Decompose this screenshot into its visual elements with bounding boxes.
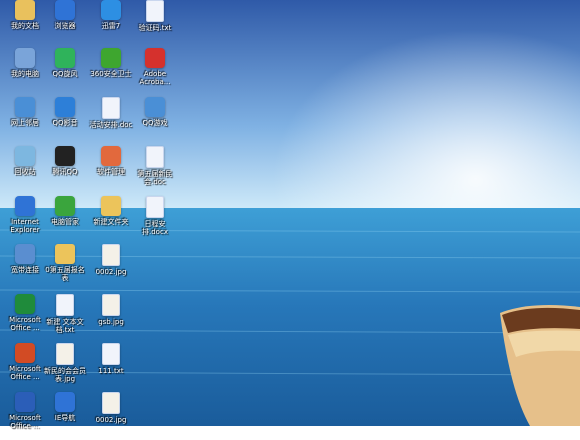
network-places-icon <box>15 97 35 117</box>
text-file-icon <box>146 0 164 22</box>
text-file-icon <box>102 343 120 365</box>
thunder-bird-icon <box>101 0 121 20</box>
image-file-icon <box>102 294 120 316</box>
desktop-icon-item[interactable]: QQ影音 <box>42 97 88 145</box>
computer-icon <box>15 48 35 68</box>
desktop-icon-item[interactable]: 新建 文本文档.txt <box>42 294 88 342</box>
word-document-icon <box>146 196 164 218</box>
desktop-icon-item[interactable]: 0002.jpg <box>88 244 134 292</box>
desktop-icon-item[interactable]: QQ游戏 <box>132 97 178 145</box>
word-icon <box>15 392 35 412</box>
word-document-icon <box>146 146 164 168</box>
desktop-icon-item[interactable]: 活动安排.doc <box>88 97 134 145</box>
desktop-icon-label: 电脑管家 <box>51 218 79 226</box>
desktop-icon-item[interactable]: 新建文件夹 <box>88 196 134 244</box>
desktop-icon-label: 新民的会会员表.jpg <box>44 367 86 383</box>
excel-icon <box>15 294 35 314</box>
documents-folder-icon <box>15 0 35 20</box>
desktop-icon-item[interactable]: 新民的会会员表.jpg <box>42 343 88 391</box>
desktop-icon-label: QQ影音 <box>52 119 78 127</box>
qq-game-icon <box>145 97 165 117</box>
desktop-icon-label: 360安全卫士 <box>90 70 132 78</box>
desktop-icon-item[interactable]: 0002.jpg <box>88 392 134 440</box>
desktop-icon-item[interactable]: Adobe Acroba... <box>132 48 178 96</box>
desktop-icon-label: 0002.jpg <box>95 416 127 424</box>
desktop-icon-label: 日程安排.docx <box>142 220 168 236</box>
desktop-icon-label: 腾讯QQ <box>52 168 78 176</box>
desktop-icon-item[interactable]: 第五届新民会.doc <box>132 146 178 194</box>
desktop-icon-item[interactable]: 0第五届报名表 <box>42 244 88 292</box>
desktop-icon-label: 软件管理 <box>97 168 125 176</box>
desktop-icon-item[interactable]: 日程安排.docx <box>132 196 178 244</box>
desktop-icon-item[interactable]: IE导航 <box>42 392 88 440</box>
desktop-icon-label: 验证码.txt <box>138 24 172 32</box>
image-file-icon <box>102 392 120 414</box>
desktop-icon-item[interactable]: 腾讯QQ <box>42 146 88 194</box>
desktop-icon-label: 新建 文本文档.txt <box>46 318 84 334</box>
text-file-icon <box>56 294 74 316</box>
image-file-icon <box>102 244 120 266</box>
desktop-icon-item[interactable]: 浏览器 <box>42 0 88 48</box>
software-manager-icon <box>101 146 121 166</box>
pc-manager-shield-icon <box>55 196 75 216</box>
desktop-icon-label: 浏览器 <box>54 22 76 30</box>
desktop-icon-item[interactable]: 迅雷7 <box>88 0 134 48</box>
desktop-icon-item[interactable]: 360安全卫士 <box>88 48 134 96</box>
qq-player-icon <box>55 97 75 117</box>
recycle-bin-icon <box>15 146 35 166</box>
ie-navigation-icon <box>55 392 75 412</box>
desktop-icon-label: 迅雷7 <box>101 22 121 30</box>
desktop-icon-label: 第五届新民会.doc <box>137 170 173 186</box>
desktop-icon-label: gsb.jpg <box>98 318 124 326</box>
desktop-icon-label: 111.txt <box>98 367 124 375</box>
word-document-icon <box>102 97 120 119</box>
desktop-icon-label: 新建文件夹 <box>93 218 129 226</box>
desktop-icon-label: Adobe Acroba... <box>139 70 171 86</box>
internet-explorer-icon <box>15 196 35 216</box>
desktop-icon-item[interactable]: 111.txt <box>88 343 134 391</box>
folder-icon <box>55 244 75 264</box>
desktop-icon-label: 活动安排.doc <box>89 121 133 129</box>
desktop-icon-item[interactable]: 软件管理 <box>88 146 134 194</box>
desktop-icon-label: 0002.jpg <box>95 268 127 276</box>
powerpoint-icon <box>15 343 35 363</box>
desktop-icon-item[interactable]: QQ旋风 <box>42 48 88 96</box>
qq-whirlwind-icon <box>55 48 75 68</box>
desktop-icon-label: 0第五届报名表 <box>45 266 85 282</box>
desktop-icon-label: IE导航 <box>54 414 76 422</box>
qq-penguin-icon <box>55 146 75 166</box>
broadband-connection-icon <box>15 244 35 264</box>
browser-e-icon <box>55 0 75 20</box>
desktop-icon-label: QQ游戏 <box>142 119 168 127</box>
adobe-acrobat-icon <box>145 48 165 68</box>
desktop-icon-item[interactable]: 电脑管家 <box>42 196 88 244</box>
image-file-icon <box>56 343 74 365</box>
360-security-icon <box>101 48 121 68</box>
folder-icon <box>101 196 121 216</box>
desktop-icon-area: 我的文档 浏览器 迅雷7 验证码.txt 我的电脑 QQ旋风 360安全卫士 Adobe Ac… <box>0 0 580 430</box>
desktop-icon-label: QQ旋风 <box>52 70 78 78</box>
desktop-icon-item[interactable]: gsb.jpg <box>88 294 134 342</box>
desktop-icon-item[interactable]: 验证码.txt <box>132 0 178 48</box>
